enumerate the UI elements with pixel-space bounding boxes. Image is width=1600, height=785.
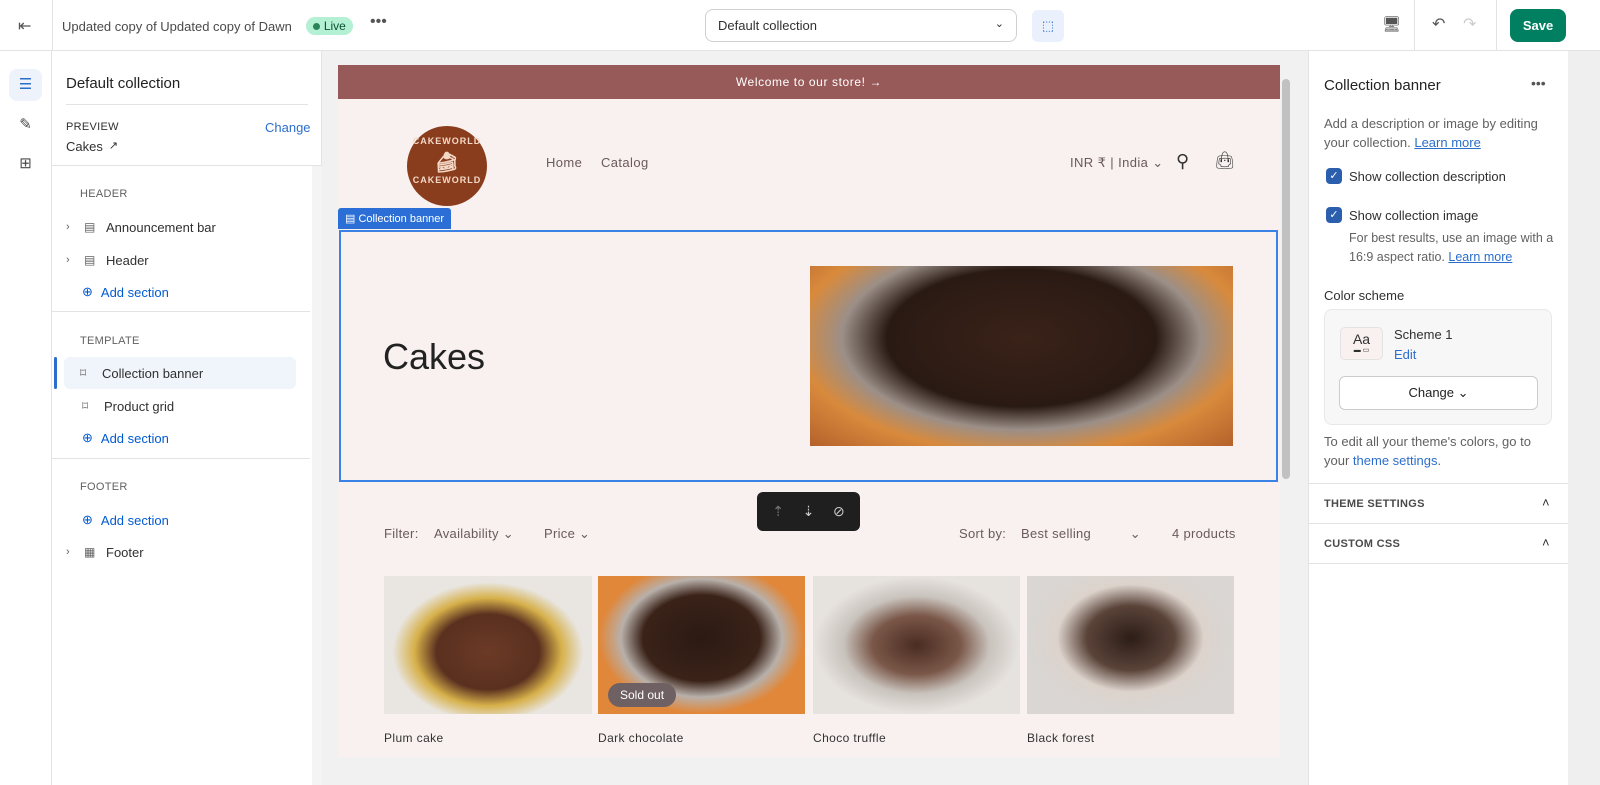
product-count: 4 products	[1172, 526, 1236, 541]
color-scheme-label: Color scheme	[1324, 288, 1405, 303]
settings-title: Collection banner	[1324, 77, 1441, 94]
right-gutter	[1568, 51, 1600, 785]
custom-css-accordion[interactable]: CUSTOM CSS	[1324, 538, 1400, 550]
sort-select[interactable]: Best selling ⌄	[1021, 526, 1141, 541]
announcement-bar[interactable]: Welcome to our store! →	[338, 65, 1280, 99]
redo-icon[interactable]: ↷	[1463, 14, 1476, 34]
product-image-black-forest[interactable]	[1027, 576, 1234, 714]
move-down-icon[interactable]: ⇣	[803, 503, 815, 520]
product-image-plum-cake[interactable]	[384, 576, 592, 714]
section-toolbar: ⇡ ⇣ ⊘	[757, 492, 860, 531]
product-name[interactable]: Plum cake	[384, 731, 444, 745]
product-name[interactable]: Black forest	[1027, 731, 1095, 745]
product-image-choco-truffle[interactable]	[813, 576, 1020, 714]
inspector-toggle-icon[interactable]: ⬚	[1032, 10, 1064, 42]
icon-rail: ☰ ✎ ⊞	[0, 51, 52, 785]
theme-settings-accordion[interactable]: THEME SETTINGS	[1324, 498, 1425, 510]
theme-settings-link[interactable]: theme settings	[1353, 453, 1438, 468]
section-footer[interactable]: › ▦ Footer	[66, 536, 298, 568]
change-preview-link[interactable]: Change	[265, 120, 311, 135]
live-badge: Live	[305, 17, 353, 35]
filter-availability[interactable]: Availability ⌄	[434, 526, 514, 542]
plus-circle-icon: ⊕	[82, 430, 93, 445]
panel-title: Default collection	[66, 75, 181, 92]
app-embeds-icon[interactable]: ⊞	[9, 148, 42, 180]
arrow-right-icon: →	[869, 75, 883, 89]
preview-scrollbar[interactable]	[1280, 65, 1292, 757]
section-collection-banner[interactable]: ⌑ Collection banner	[64, 357, 296, 389]
theme-name: Updated copy of Updated copy of Dawn	[62, 18, 292, 34]
more-horizontal-icon[interactable]: •••	[370, 13, 387, 31]
storefront-preview: Welcome to our store! → CAKEWORLD 🍰︎ CAK…	[338, 65, 1280, 757]
product-name[interactable]: Dark chocolate	[598, 731, 684, 745]
filter-label: Filter:	[384, 526, 419, 541]
tag-icon: ⌑	[82, 399, 89, 413]
product-name[interactable]: Choco truffle	[813, 731, 886, 745]
hide-eye-icon[interactable]: ⊘	[833, 503, 845, 520]
template-select[interactable]: Default collection ⌄	[705, 9, 1017, 42]
undo-icon[interactable]: ↶	[1432, 14, 1445, 34]
theme-settings-brush-icon[interactable]: ✎	[9, 109, 42, 141]
section-icon: ▤	[345, 213, 356, 225]
exit-icon[interactable]: ⇤	[18, 16, 31, 36]
scheme-swatch: Aa ▬ ▭	[1340, 327, 1383, 360]
chevron-right-icon: ›	[66, 221, 70, 233]
show-description-label[interactable]: Show collection description	[1349, 169, 1506, 184]
show-image-checkbox[interactable]: ✓	[1326, 207, 1342, 223]
section-tag[interactable]: ▤ Collection banner	[338, 208, 452, 229]
sold-out-badge: Sold out	[608, 683, 677, 707]
settings-panel: Collection banner ••• Add a description …	[1308, 51, 1569, 785]
section-header[interactable]: › ▤ Header	[66, 244, 298, 276]
chevron-down-icon: ⌄	[994, 18, 1004, 30]
collection-title: Cakes	[383, 336, 486, 377]
external-link-icon: ↗	[108, 140, 119, 152]
store-logo[interactable]: CAKEWORLD 🍰︎ CAKEWORLD	[407, 126, 487, 206]
left-panel-scrollbar[interactable]	[312, 166, 322, 785]
top-bar: ⇤ Updated copy of Updated copy of Dawn L…	[0, 0, 1600, 51]
collection-image	[810, 266, 1233, 446]
section-icon: ▤	[84, 253, 96, 267]
nav-catalog[interactable]: Catalog	[601, 155, 649, 170]
sort-label: Sort by:	[959, 526, 1007, 541]
scheme-name: Scheme 1	[1394, 327, 1453, 342]
show-image-label[interactable]: Show collection image	[1349, 208, 1478, 223]
add-section-header[interactable]: ⊕ Add section	[82, 276, 314, 308]
filter-price[interactable]: Price ⌄	[544, 526, 590, 542]
section-product-grid[interactable]: ⌑ Product grid	[66, 390, 298, 422]
section-announcement-bar[interactable]: › ▤ Announcement bar	[66, 211, 298, 243]
sections-panel: Default collection PREVIEW Change Cakes ↗…	[52, 51, 322, 785]
cart-icon[interactable]: 👜︎	[1214, 151, 1236, 171]
save-button[interactable]: Save	[1510, 9, 1566, 42]
group-header-label: HEADER	[80, 188, 128, 200]
add-section-footer[interactable]: ⊕ Add section	[82, 504, 314, 536]
show-description-checkbox[interactable]: ✓	[1326, 168, 1342, 184]
learn-more-link[interactable]: Learn more	[1448, 250, 1512, 264]
desktop-icon[interactable]: 🖥︎	[1382, 15, 1401, 33]
tag-icon: ⌑	[80, 366, 87, 380]
plus-circle-icon: ⊕	[82, 512, 93, 527]
chevron-right-icon: ›	[66, 546, 70, 558]
search-icon[interactable]: ⚲	[1176, 151, 1189, 172]
chevron-right-icon: ›	[66, 254, 70, 266]
learn-more-link[interactable]: Learn more	[1414, 135, 1480, 150]
nav-home[interactable]: Home	[546, 155, 582, 170]
group-footer-label: FOOTER	[80, 481, 128, 493]
color-scheme-picker: Aa ▬ ▭ Scheme 1 Edit Change ⌄	[1324, 309, 1552, 425]
section-icon: ▤	[84, 220, 96, 234]
preview-value[interactable]: Cakes ↗	[66, 139, 118, 154]
section-icon: ▦	[84, 545, 96, 559]
change-scheme-button[interactable]: Change ⌄	[1339, 376, 1538, 410]
move-up-icon[interactable]: ⇡	[772, 503, 784, 520]
add-section-template[interactable]: ⊕ Add section	[82, 422, 314, 454]
plus-circle-icon: ⊕	[82, 284, 93, 299]
group-template-label: TEMPLATE	[80, 335, 140, 347]
sections-icon[interactable]: ☰	[9, 69, 42, 101]
chevron-up-icon[interactable]: ˄	[1542, 535, 1550, 550]
edit-scheme-link[interactable]: Edit	[1394, 347, 1416, 362]
currency-selector[interactable]: INR ₹ | India ⌄	[1070, 155, 1164, 171]
product-image-dark-chocolate[interactable]: Sold out	[598, 576, 805, 714]
more-horizontal-icon[interactable]: •••	[1531, 75, 1546, 91]
preview-label: PREVIEW	[66, 121, 119, 133]
chevron-up-icon[interactable]: ˄	[1542, 495, 1550, 510]
